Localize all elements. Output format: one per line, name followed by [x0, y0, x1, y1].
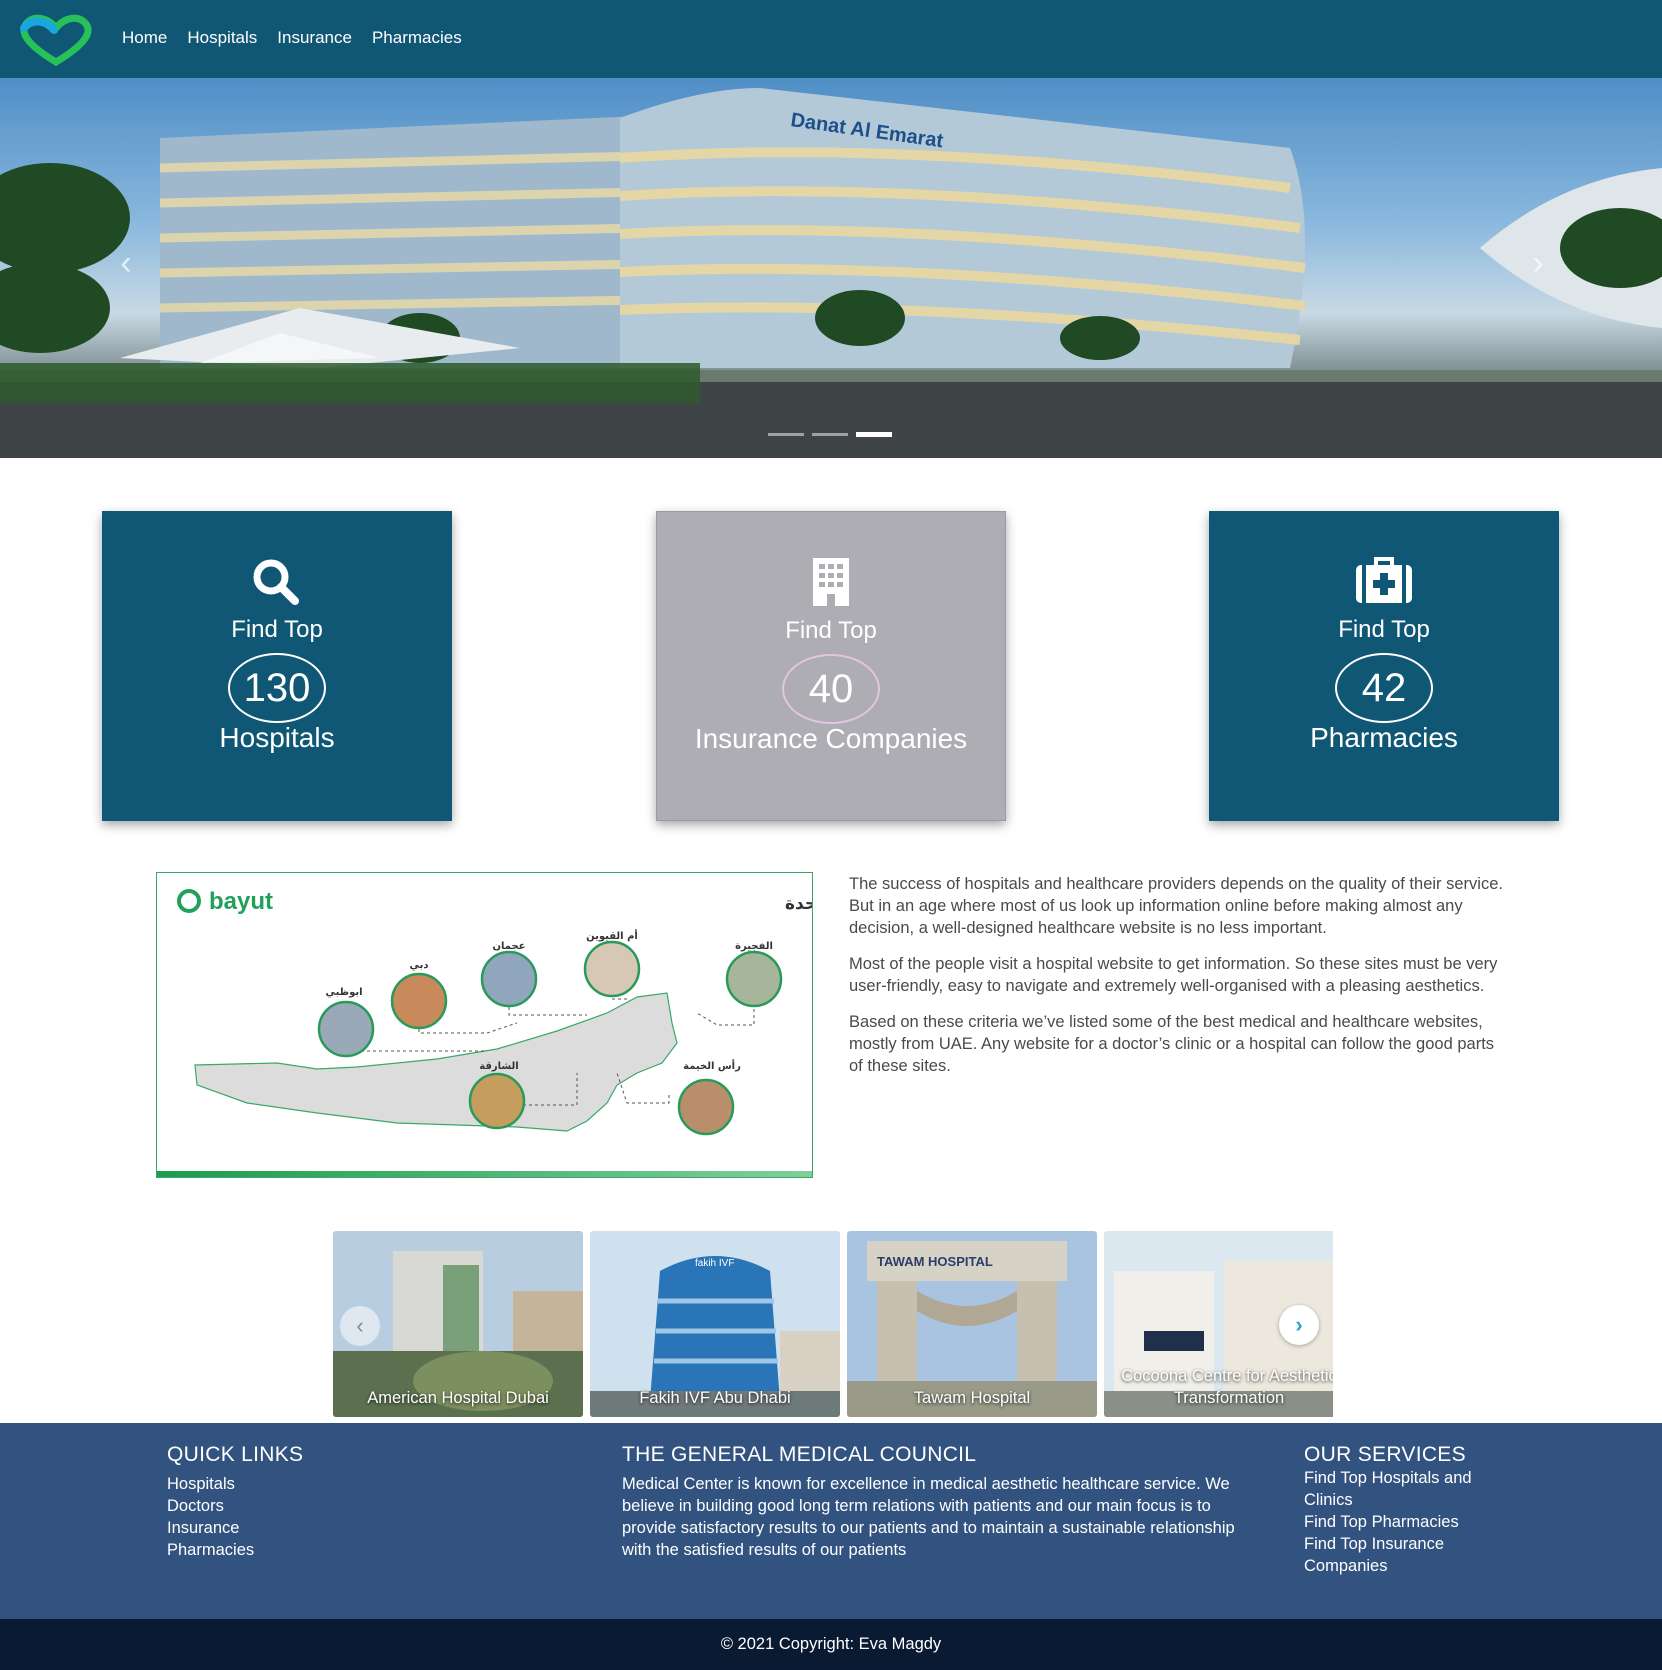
stat-card-insurance[interactable]: Find Top 40 Insurance Companies	[656, 511, 1006, 821]
card-kicker: Find Top	[231, 616, 323, 643]
card-title: Insurance Companies	[694, 723, 968, 754]
nav-hospitals[interactable]: Hospitals	[187, 28, 257, 48]
footer-link-doctors[interactable]: Doctors	[167, 1495, 303, 1517]
carousel-indicator[interactable]	[768, 433, 804, 436]
nav-links: Home Hospitals Insurance Pharmacies	[122, 28, 462, 48]
city-label: أم القيوين	[586, 929, 638, 942]
city-fujairah-icon	[725, 950, 783, 1008]
card-title: Pharmacies	[1310, 722, 1458, 753]
footer-heading: THE GENERAL MEDICAL COUNCIL	[622, 1443, 977, 1466]
about-text: The success of hospitals and healthcare …	[849, 873, 1509, 1091]
card-kicker: Find Top	[785, 617, 877, 644]
hospital-name: Fakih IVF Abu Dhabi	[639, 1389, 791, 1407]
footer-quick-links: QUICK LINKS Hospitals Doctors Insurance …	[167, 1443, 303, 1561]
uae-map-image: bayut الإمارات السبع لدولة الإمارات العر…	[156, 872, 813, 1178]
city-ajman-icon	[480, 950, 538, 1008]
nav-insurance[interactable]: Insurance	[277, 28, 352, 48]
hospital-name: Cocoona Centre for Aesthetic Transformat…	[1121, 1367, 1333, 1407]
footer-service-pharmacies[interactable]: Find Top Pharmacies	[1304, 1511, 1504, 1533]
map-heading: الإمارات السبع لدولة الإمارات العربية ال…	[785, 894, 813, 914]
hospitals-next-arrow-icon[interactable]: ›	[1279, 1305, 1319, 1345]
medkit-icon	[1356, 557, 1412, 603]
stat-card-hospitals[interactable]: Find Top 130 Hospitals	[102, 511, 452, 821]
card-count: 42	[1335, 653, 1433, 723]
about-paragraph: The success of hospitals and healthcare …	[849, 875, 1503, 937]
nav-pharmacies[interactable]: Pharmacies	[372, 28, 462, 48]
bayut-logo: bayut	[209, 888, 273, 915]
hospital-name: Tawam Hospital	[913, 1389, 1031, 1407]
footer-service-insurance[interactable]: Find Top Insurance Companies	[1304, 1533, 1504, 1577]
hero-carousel: Danat Al Emarat ‹ ›	[0, 78, 1662, 458]
hospital-card[interactable]: TAWAM HOSPITAL Tawam Hospital	[847, 1231, 1097, 1417]
hospitals-carousel: American Hospital Dubai fakih IVF Fakih …	[333, 1231, 1333, 1417]
city-label: دبي	[409, 960, 428, 971]
carousel-prev-arrow-icon[interactable]: ‹	[106, 243, 146, 283]
city-abudhabi-icon	[317, 1000, 375, 1058]
city-rasalkhaimah-icon	[677, 1078, 735, 1136]
carousel-next-arrow-icon[interactable]: ›	[1518, 243, 1558, 283]
city-label: عجمان	[492, 941, 525, 952]
copyright-bar: © 2021 Copyright: Eva Magdy	[0, 1619, 1662, 1670]
city-dubai-icon	[390, 972, 448, 1030]
carousel-indicators	[768, 432, 892, 437]
about-paragraph: Most of the people visit a hospital webs…	[849, 955, 1498, 995]
footer-link-insurance[interactable]: Insurance	[167, 1517, 303, 1539]
footer-heading: OUR SERVICES	[1304, 1443, 1466, 1466]
city-label: ابوظبي	[325, 987, 362, 998]
hospital-card[interactable]: fakih IVF Fakih IVF Abu Dhabi	[590, 1231, 840, 1417]
building-sign: TAWAM HOSPITAL	[877, 1254, 993, 1269]
footer-service-hospitals[interactable]: Find Top Hospitals and Clinics	[1304, 1467, 1504, 1511]
heart-logo-icon[interactable]	[16, 14, 96, 66]
hospitals-prev-arrow-icon[interactable]: ‹	[340, 1306, 380, 1346]
search-icon	[253, 559, 299, 605]
card-title: Hospitals	[219, 722, 335, 753]
city-label: الشارقة	[479, 1061, 518, 1072]
footer-services: OUR SERVICES Find Top Hospitals and Clin…	[1304, 1443, 1504, 1577]
card-count: 40	[782, 654, 880, 724]
card-kicker: Find Top	[1338, 616, 1430, 643]
footer-council-text: Medical Center is known for excellence i…	[622, 1475, 1235, 1559]
carousel-indicator-active[interactable]	[856, 432, 892, 437]
building-icon	[813, 558, 849, 606]
hospital-building-image: Danat Al Emarat	[0, 88, 1662, 458]
footer-link-hospitals[interactable]: Hospitals	[167, 1473, 303, 1495]
footer-link-pharmacies[interactable]: Pharmacies	[167, 1539, 303, 1561]
carousel-indicator[interactable]	[812, 433, 848, 436]
about-paragraph: Based on these criteria we’ve listed som…	[849, 1013, 1495, 1075]
navbar: Home Hospitals Insurance Pharmacies	[0, 0, 1662, 78]
nav-home[interactable]: Home	[122, 28, 167, 48]
stat-card-pharmacies[interactable]: Find Top 42 Pharmacies	[1209, 511, 1559, 821]
card-count: 130	[228, 653, 326, 723]
city-label: الفجيرة	[735, 941, 773, 952]
map-bottom-bar	[157, 1171, 812, 1177]
city-label: رأس الخيمة	[683, 1059, 741, 1072]
footer-council: THE GENERAL MEDICAL COUNCIL Medical Cent…	[622, 1443, 1262, 1561]
hospital-name: American Hospital Dubai	[367, 1389, 549, 1407]
footer-heading: QUICK LINKS	[167, 1443, 304, 1466]
city-sharjah-icon	[468, 1072, 526, 1130]
footer: QUICK LINKS Hospitals Doctors Insurance …	[0, 1423, 1662, 1619]
city-ummalquwain-icon	[583, 940, 641, 998]
building-sign: fakih IVF	[695, 1258, 734, 1269]
